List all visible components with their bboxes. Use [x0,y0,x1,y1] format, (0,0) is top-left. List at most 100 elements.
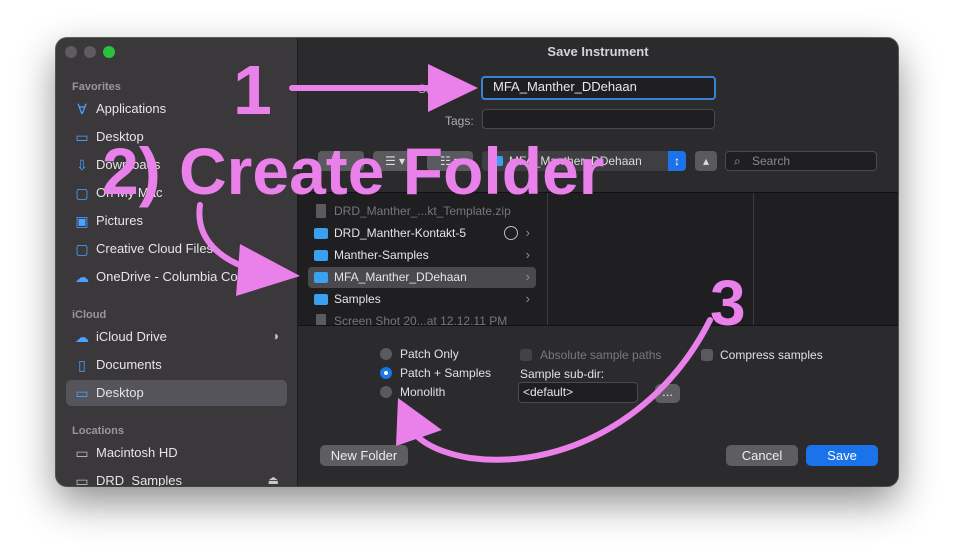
browse-button[interactable]: ... [655,384,680,403]
sidebar-item-label: Desktop [96,385,144,400]
sidebar-item-label: Pictures [96,213,143,228]
sidebar-item-creative-cloud[interactable]: ▢ Creative Cloud Files [66,236,287,262]
cancel-button[interactable]: Cancel [726,445,798,466]
sidebar-item-label: Downloads [96,157,161,172]
file-row-kontakt-5[interactable]: DRD_Manther-Kontakt-5 › [308,223,536,244]
sidebar-item-desktop[interactable]: ▭ Desktop [66,124,287,150]
locations-header: Locations [72,425,124,437]
file-name: Manther-Samples [334,248,429,262]
file-name: Samples [334,292,381,306]
sidebar-item-pictures[interactable]: ▣ Pictures [66,208,287,234]
sidebar-item-label: Documents [96,357,162,372]
desktop-icon: ▭ [75,129,89,145]
save-as-input[interactable]: MFA_Manther_DDehaan [481,76,716,100]
file-row-mfa-manther[interactable]: MFA_Manther_DDehaan › [308,267,536,288]
file-name: MFA_Manther_DDehaan [334,270,467,284]
absolute-paths-checkbox[interactable] [520,349,532,361]
folder-icon [314,272,328,283]
main-panel: Save Instrument Save As: MFA_Manther_DDe… [298,38,898,486]
sidebar-item-documents[interactable]: ▯ Documents [66,352,287,378]
icloud-header: iCloud [72,309,107,321]
sidebar-item-macintosh-hd[interactable]: ▭ Macintosh HD [66,440,287,466]
subdir-label: Sample sub-dir: [520,367,605,381]
chevron-right-icon: › [525,247,530,262]
new-folder-button[interactable]: New Folder [320,445,408,466]
sidebar-item-label: Applications [96,101,167,116]
sidebar-item-label: OneDrive - Columbia College [96,269,266,284]
file-row-template-zip[interactable]: DRD_Manther_...kt_Template.zip [308,201,536,222]
folder-icon [314,250,328,261]
save-dialog: Favorites Ɐ Applications ▭ Desktop ⇩ Dow… [56,38,898,486]
chevron-right-icon: › [525,269,530,284]
compress-samples-checkbox[interactable] [701,349,713,361]
eject-icon[interactable]: ⏏ [268,473,279,486]
sync-status-icon [504,226,518,240]
sidebar-item-label: DRD_Samples [96,473,182,486]
image-file-icon [316,314,326,325]
cloud-icon: ☁ [75,329,89,345]
file-name: DRD_Manther-Kontakt-5 [334,226,467,240]
sidebar-item-drd-samples[interactable]: ▭ DRD_Samples ⏏ [66,468,287,486]
sidebar-item-on-my-mac[interactable]: ▢ On My Mac [66,180,287,206]
folder-icon: ▢ [75,185,89,201]
column-divider [547,193,548,325]
search-icon: ⌕ [734,154,741,168]
sidebar-item-label: On My Mac [96,185,163,200]
chevron-right-icon: › [525,291,530,306]
sidebar-item-icloud-desktop[interactable]: ▭ Desktop [66,380,287,406]
window-title: Save Instrument [547,44,649,59]
search-placeholder: Search [752,154,791,168]
document-icon: ▯ [78,357,86,373]
file-row-manther-samples[interactable]: Manther-Samples › [308,245,536,266]
icloud-status-icon: ◑ [271,329,279,343]
subdir-input[interactable]: <default> [518,382,638,403]
sidebar-item-label: Creative Cloud Files [96,241,214,256]
group-options-button[interactable]: ☷ ▾ [427,151,473,171]
patch-samples-radio[interactable] [380,367,392,379]
search-field[interactable]: ⌕ Search [725,151,877,171]
location-label: MFA_Manther_DDehaan [509,154,642,168]
sidebar-item-label: Desktop [96,129,144,144]
back-forward-buttons[interactable]: ‹ › [318,151,364,171]
absolute-paths-label: Absolute sample paths [540,348,662,362]
column-divider [753,193,754,325]
chevron-right-icon: › [525,225,530,240]
sidebar: Favorites Ɐ Applications ▭ Desktop ⇩ Dow… [56,38,298,486]
file-browser: DRD_Manther_...kt_Template.zip DRD_Manth… [298,192,898,326]
disk-icon: ▭ [75,473,89,486]
downloads-icon: ⇩ [76,157,88,173]
save-button[interactable]: Save [806,445,878,466]
folder-icon [314,294,328,305]
view-options-button[interactable]: ☰ ▾ [373,151,417,171]
folder-icon [314,228,328,239]
folder-icon [490,156,503,166]
disk-icon: ▭ [75,445,89,461]
sidebar-item-label: Macintosh HD [96,445,178,460]
folder-icon: ▢ [75,241,89,257]
sidebar-item-downloads[interactable]: ⇩ Downloads [66,152,287,178]
chevron-updown-icon: ↕ [668,151,686,171]
cloud-icon: ☁ [75,269,89,285]
patch-only-label: Patch Only [400,347,459,361]
zoom-window-button[interactable] [103,46,115,58]
sidebar-item-applications[interactable]: Ɐ Applications [66,96,287,122]
monolith-radio[interactable] [380,386,392,398]
tags-input[interactable] [482,109,715,129]
expand-collapse-button[interactable]: ▴ [695,151,717,171]
patch-only-radio[interactable] [380,348,392,360]
tags-label: Tags: [445,114,474,128]
file-row-samples[interactable]: Samples › [308,289,536,310]
minimize-window-button[interactable] [84,46,96,58]
close-window-button[interactable] [65,46,77,58]
favorites-header: Favorites [72,81,121,93]
pictures-icon: ▣ [75,213,89,229]
monolith-label: Monolith [400,385,446,399]
compress-samples-label: Compress samples [720,348,823,362]
zip-file-icon [316,204,326,218]
file-row-screenshot[interactable]: Screen Shot 20...at 12.12.11 PM [308,311,536,325]
file-name: DRD_Manther_...kt_Template.zip [334,204,511,218]
desktop-icon: ▭ [75,385,89,401]
sidebar-item-icloud-drive[interactable]: ☁ iCloud Drive ◑ [66,324,287,350]
location-popup[interactable]: MFA_Manther_DDehaan ↕ [482,151,686,171]
sidebar-item-onedrive[interactable]: ☁ OneDrive - Columbia College [66,264,287,290]
